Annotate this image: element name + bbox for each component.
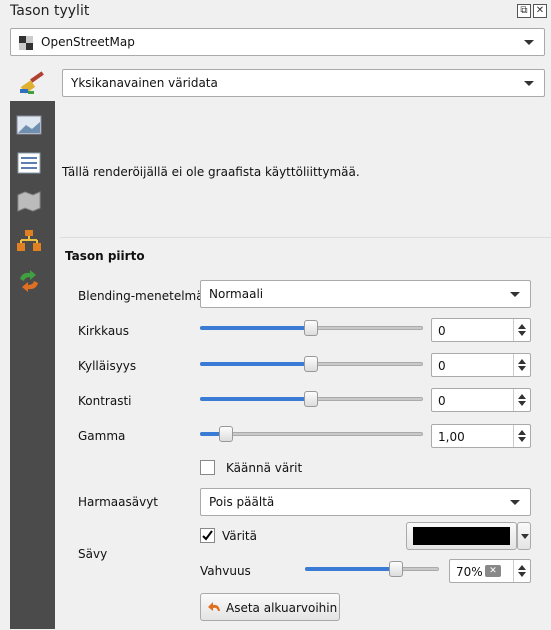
- colorize-label: Väritä: [222, 529, 257, 543]
- spin-down-icon[interactable]: [518, 437, 526, 442]
- grayscale-value: Pois päältä: [209, 495, 275, 509]
- hierarchy-icon[interactable]: [16, 229, 42, 253]
- spin-up-icon[interactable]: [518, 324, 526, 329]
- brightness-label: Kirkkaus: [78, 324, 130, 338]
- saturation-slider-fill: [200, 362, 311, 366]
- colorize-checkbox[interactable]: [200, 528, 215, 543]
- labels-list-icon[interactable]: [16, 151, 42, 175]
- brightness-value: 0: [438, 324, 446, 338]
- invert-checkbox[interactable]: [200, 460, 215, 475]
- chevron-down-icon: [524, 81, 534, 86]
- title-bar: Tason tyylit ⧉ ✕: [0, 0, 551, 24]
- info-text: Tällä renderöijällä ei ole graafista käy…: [62, 165, 360, 179]
- spin-buttons[interactable]: [513, 354, 530, 376]
- spin-buttons[interactable]: [513, 560, 530, 582]
- saturation-slider-handle[interactable]: [304, 356, 318, 372]
- grayscale-select[interactable]: Pois päältä: [200, 488, 531, 516]
- brightness-spinbox[interactable]: 0: [431, 318, 531, 342]
- spin-down-icon[interactable]: [518, 331, 526, 336]
- spin-buttons[interactable]: [513, 425, 530, 447]
- float-button[interactable]: ⧉: [517, 4, 531, 18]
- brightness-slider-fill: [200, 326, 311, 330]
- chevron-down-icon: [521, 534, 529, 539]
- gamma-value: 1,00: [438, 430, 465, 444]
- section-heading: Tason piirto: [65, 249, 145, 263]
- symbology-icon[interactable]: [16, 113, 42, 137]
- blending-select[interactable]: Normaali: [200, 280, 531, 308]
- contrast-slider-fill: [200, 397, 311, 401]
- reset-button-label: Aseta alkuarvoihin: [226, 601, 338, 615]
- contrast-spinbox[interactable]: 0: [431, 388, 531, 412]
- undo-icon: [208, 602, 220, 611]
- saturation-value: 0: [438, 359, 446, 373]
- strength-slider-fill: [305, 567, 397, 571]
- gamma-slider-handle[interactable]: [219, 426, 233, 442]
- invert-label: Käännä värit: [226, 461, 303, 475]
- map-layer-icon[interactable]: [16, 189, 42, 213]
- contrast-label: Kontrasti: [78, 394, 132, 408]
- blending-label: Blending-menetelmä: [78, 289, 204, 303]
- chevron-down-icon: [510, 500, 520, 505]
- spin-up-icon[interactable]: [518, 430, 526, 435]
- spin-down-icon[interactable]: [518, 572, 526, 577]
- hue-label: Sävy: [78, 547, 108, 561]
- history-icon[interactable]: [16, 269, 42, 293]
- reset-button[interactable]: Aseta alkuarvoihin: [200, 593, 340, 621]
- gamma-slider-track[interactable]: [200, 432, 423, 436]
- spin-buttons[interactable]: [513, 389, 530, 411]
- spin-buttons[interactable]: [513, 319, 530, 341]
- layer-select[interactable]: OpenStreetMap: [10, 28, 545, 56]
- chevron-down-icon: [510, 292, 520, 297]
- renderer-select-value: Yksikanavainen väridata: [71, 76, 218, 90]
- window-title: Tason tyylit: [10, 3, 90, 19]
- spin-up-icon[interactable]: [518, 565, 526, 570]
- gamma-spinbox[interactable]: 1,00: [431, 424, 531, 448]
- clear-icon[interactable]: ✕: [485, 565, 501, 577]
- gamma-label: Gamma: [78, 429, 126, 443]
- layer-select-value: OpenStreetMap: [41, 35, 135, 49]
- color-swatch: [413, 527, 510, 545]
- strength-spinbox[interactable]: 70% ✕: [449, 559, 531, 583]
- style-brush-icon[interactable]: [18, 69, 46, 97]
- layer-rendering-panel: Tason piirto Blending-menetelmä Normaali…: [60, 237, 551, 630]
- close-icon[interactable]: ✕: [533, 4, 547, 18]
- brightness-slider-handle[interactable]: [304, 320, 318, 336]
- color-dropdown-button[interactable]: [517, 522, 531, 550]
- saturation-label: Kylläisyys: [78, 359, 137, 373]
- color-button[interactable]: [406, 522, 517, 550]
- strength-label: Vahvuus: [200, 564, 251, 578]
- spin-down-icon[interactable]: [518, 401, 526, 406]
- spin-down-icon[interactable]: [518, 366, 526, 371]
- style-sidebar: [10, 101, 55, 629]
- spin-up-icon[interactable]: [518, 394, 526, 399]
- spin-up-icon[interactable]: [518, 359, 526, 364]
- contrast-slider-handle[interactable]: [304, 391, 318, 407]
- strength-slider-handle[interactable]: [389, 561, 403, 577]
- saturation-spinbox[interactable]: 0: [431, 353, 531, 377]
- raster-layer-icon: [19, 36, 33, 50]
- contrast-value: 0: [438, 394, 446, 408]
- strength-value: 70%: [456, 565, 483, 579]
- chevron-down-icon: [524, 40, 534, 45]
- blending-value: Normaali: [209, 287, 264, 301]
- checkmark-icon: [202, 530, 213, 541]
- grayscale-label: Harmaasävyt: [78, 495, 159, 509]
- renderer-select[interactable]: Yksikanavainen väridata: [62, 69, 545, 97]
